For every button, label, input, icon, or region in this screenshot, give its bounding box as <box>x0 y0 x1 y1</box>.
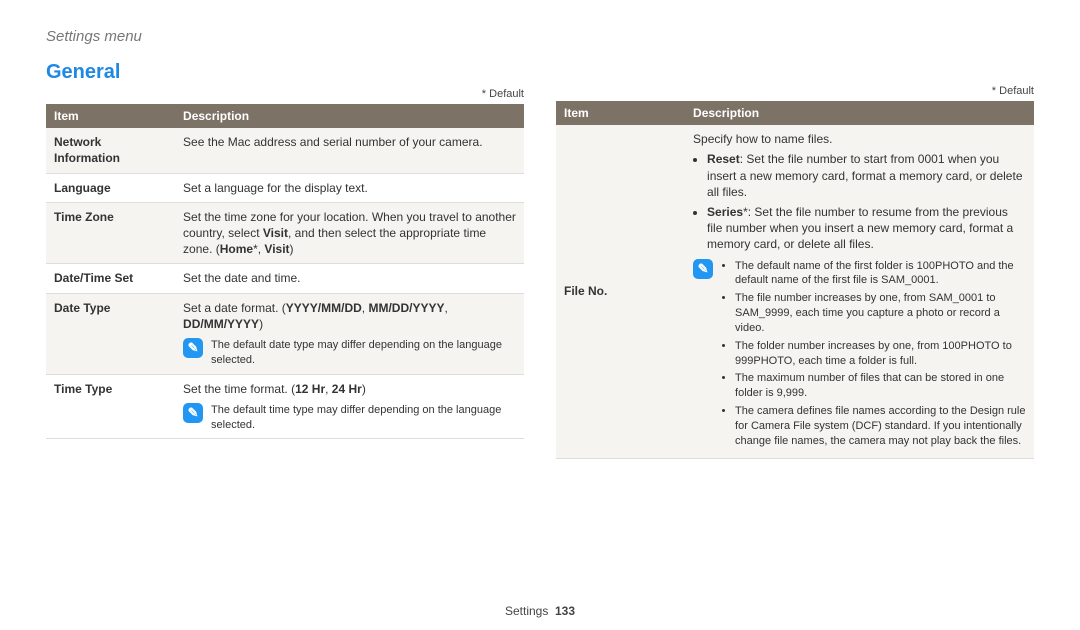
list-item: Reset: Set the file number to start from… <box>707 151 1026 200</box>
text-bold: YYYY/MM/DD <box>286 301 362 315</box>
text: ) <box>362 382 366 396</box>
text: ) <box>259 317 263 331</box>
desc-cell: See the Mac address and serial number of… <box>175 128 524 173</box>
option-label: Reset <box>707 152 740 166</box>
table-row: File No. Specify how to name files. Rese… <box>556 125 1034 458</box>
note-box: ✎ The default date type may differ depen… <box>183 338 516 368</box>
text-bold: Visit <box>263 226 288 240</box>
note-box: ✎ The default time type may differ depen… <box>183 403 516 433</box>
text-bold: Home <box>220 242 253 256</box>
note-icon: ✎ <box>183 338 203 358</box>
note-box: ✎ The default name of the first folder i… <box>693 259 1026 452</box>
desc-cell: Set the date and time. <box>175 264 524 293</box>
table-row: Language Set a language for the display … <box>46 173 524 202</box>
note-item: The maximum number of files that can be … <box>735 371 1026 401</box>
text-bold: 12 Hr <box>295 382 325 396</box>
item-cell: Time Zone <box>46 202 175 264</box>
text-bold: MM/DD/YYYY <box>368 301 444 315</box>
default-note: * Default <box>46 88 524 100</box>
content-columns: General * Default Item Description Netwo… <box>46 51 1034 596</box>
list-item: Series*: Set the file number to resume f… <box>707 204 1026 253</box>
table-row: Time Type Set the time format. (12 Hr, 2… <box>46 374 524 439</box>
right-column: * Default Item Description File No. Spec… <box>556 51 1034 596</box>
table-row: Time Zone Set the time zone for your loc… <box>46 202 524 264</box>
option-label: Series <box>707 205 743 219</box>
option-list: Reset: Set the file number to start from… <box>693 151 1026 252</box>
desc-cell: Set a date format. (YYYY/MM/DD, MM/DD/YY… <box>175 293 524 374</box>
item-cell: Date/Time Set <box>46 264 175 293</box>
desc-cell: Set the time zone for your location. Whe… <box>175 202 524 264</box>
text-bold: 24 Hr <box>332 382 362 396</box>
col-header-item: Item <box>556 101 685 125</box>
item-cell: Date Type <box>46 293 175 374</box>
text: , <box>444 301 447 315</box>
right-settings-table: Item Description File No. Specify how to… <box>556 101 1034 459</box>
item-cell: File No. <box>556 125 685 458</box>
desc-cell: Specify how to name files. Reset: Set th… <box>685 125 1034 458</box>
desc-cell: Set a language for the display text. <box>175 173 524 202</box>
default-note: * Default <box>556 85 1034 97</box>
table-row: Network Information See the Mac address … <box>46 128 524 173</box>
note-icon: ✎ <box>183 403 203 423</box>
table-row: Date Type Set a date format. (YYYY/MM/DD… <box>46 293 524 374</box>
page: Settings menu General * Default Item Des… <box>0 0 1080 630</box>
text: Set a date format. ( <box>183 301 286 315</box>
note-text: The default date type may differ dependi… <box>211 338 516 368</box>
text-bold: Visit <box>264 242 289 256</box>
table-header-row: Item Description <box>556 101 1034 125</box>
col-header-description: Description <box>685 101 1034 125</box>
left-column: General * Default Item Description Netwo… <box>46 51 524 596</box>
note-list: The default name of the first folder is … <box>721 259 1026 452</box>
text: : Set the file number to start from 0001… <box>707 152 1022 198</box>
text: , <box>325 382 332 396</box>
text-bold: DD/MM/YYYY <box>183 317 259 331</box>
page-footer: Settings 133 <box>46 596 1034 618</box>
note-icon: ✎ <box>693 259 713 279</box>
table-row: Date/Time Set Set the date and time. <box>46 264 524 293</box>
col-header-item: Item <box>46 104 175 128</box>
text: : Set the file number to resume from the… <box>707 205 1013 251</box>
desc-cell: Set the time format. (12 Hr, 24 Hr) ✎ Th… <box>175 374 524 439</box>
intro-text: Specify how to name files. <box>693 131 1026 147</box>
text: ) <box>290 242 294 256</box>
left-settings-table: Item Description Network Information See… <box>46 104 524 439</box>
section-heading: General <box>46 61 524 84</box>
text: Set the time format. ( <box>183 382 295 396</box>
note-item: The folder number increases by one, from… <box>735 339 1026 369</box>
col-header-description: Description <box>175 104 524 128</box>
note-item: The camera defines file names according … <box>735 404 1026 449</box>
item-cell: Language <box>46 173 175 202</box>
text: *, <box>253 242 264 256</box>
item-cell: Network Information <box>46 128 175 173</box>
breadcrumb: Settings menu <box>46 28 1034 45</box>
note-item: The file number increases by one, from S… <box>735 291 1026 336</box>
item-cell: Time Type <box>46 374 175 439</box>
table-header-row: Item Description <box>46 104 524 128</box>
note-text: The default time type may differ dependi… <box>211 403 516 433</box>
note-item: The default name of the first folder is … <box>735 259 1026 289</box>
footer-page-number: 133 <box>555 604 575 618</box>
footer-section: Settings <box>505 604 548 618</box>
